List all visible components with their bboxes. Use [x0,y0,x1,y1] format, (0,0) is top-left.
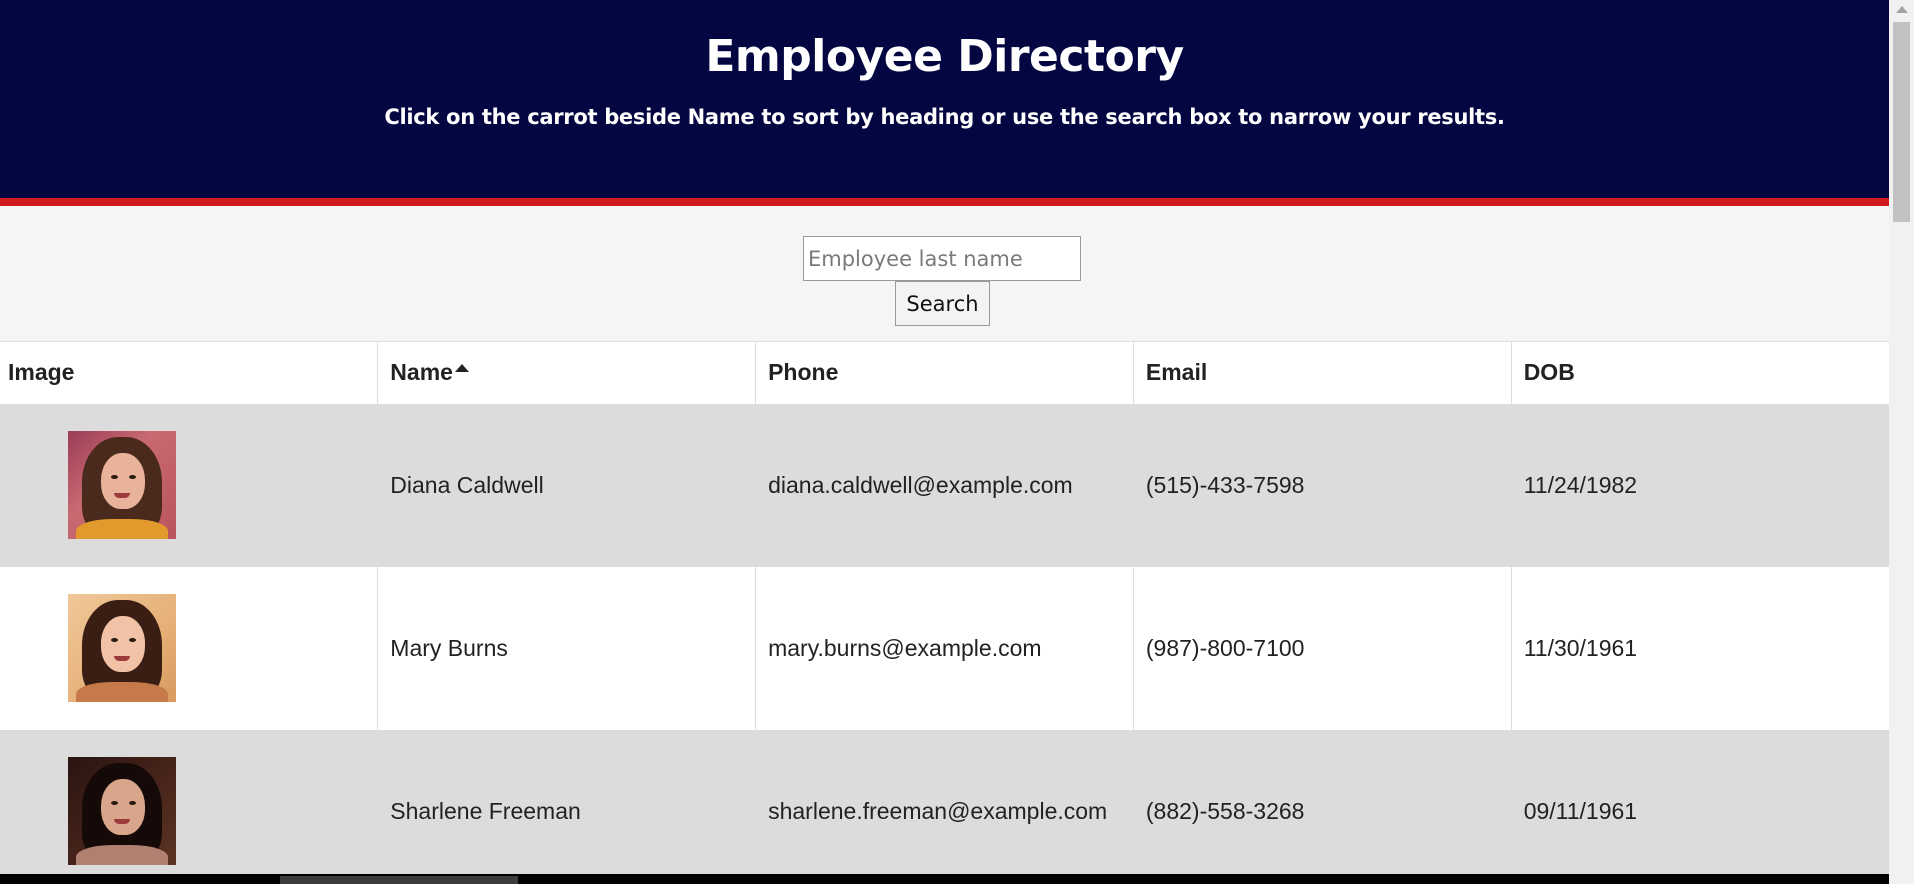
name-cell: Sharlene Freeman [377,729,757,884]
email-cell: (515)-433-7598 [1133,403,1512,567]
name-cell: Mary Burns [377,566,757,730]
table-row: Sharlene Freeman sharlene.freeman@exampl… [0,729,1889,884]
employee-table: Image Name Phone Email DOB Diana Caldwel… [0,341,1889,884]
employee-photo [68,594,176,702]
search-area: Search [0,206,1889,341]
image-cell [0,403,379,567]
employee-photo [68,757,176,865]
page-title: Employee Directory [705,31,1184,82]
dob-cell: 11/24/1982 [1511,403,1889,567]
image-cell [0,729,379,884]
column-header-name[interactable]: Name [377,341,757,404]
phone-cell: sharlene.freeman@example.com [755,729,1134,884]
column-header-email: Email [1133,341,1512,404]
employee-table-container: Image Name Phone Email DOB Diana Caldwel… [0,341,1889,884]
horizontal-scrollbar-thumb[interactable] [280,876,518,884]
column-header-phone: Phone [755,341,1134,404]
dob-cell: 11/30/1961 [1511,566,1889,730]
vertical-scrollbar-thumb[interactable] [1893,22,1910,222]
employee-photo [68,431,176,539]
phone-cell: mary.burns@example.com [755,566,1134,730]
search-button[interactable]: Search [895,281,990,326]
image-cell [0,566,379,730]
column-header-name-label: Name [390,359,453,386]
column-header-image: Image [0,341,379,404]
phone-cell: diana.caldwell@example.com [755,403,1134,567]
column-header-dob: DOB [1511,341,1889,404]
table-row: Diana Caldwell diana.caldwell@example.co… [0,403,1889,567]
scroll-up-arrow-icon[interactable] [1896,6,1908,13]
caret-up-icon[interactable] [454,364,469,373]
table-header-row: Image Name Phone Email DOB [0,341,1889,404]
name-cell: Diana Caldwell [377,403,757,567]
dob-cell: 09/11/1961 [1511,729,1889,884]
email-cell: (987)-800-7100 [1133,566,1512,730]
page-header: Employee Directory Click on the carrot b… [0,0,1889,206]
search-input[interactable] [803,236,1081,281]
page-subtitle: Click on the carrot beside Name to sort … [384,105,1505,129]
email-cell: (882)-558-3268 [1133,729,1512,884]
table-row: Mary Burns mary.burns@example.com (987)-… [0,566,1889,730]
